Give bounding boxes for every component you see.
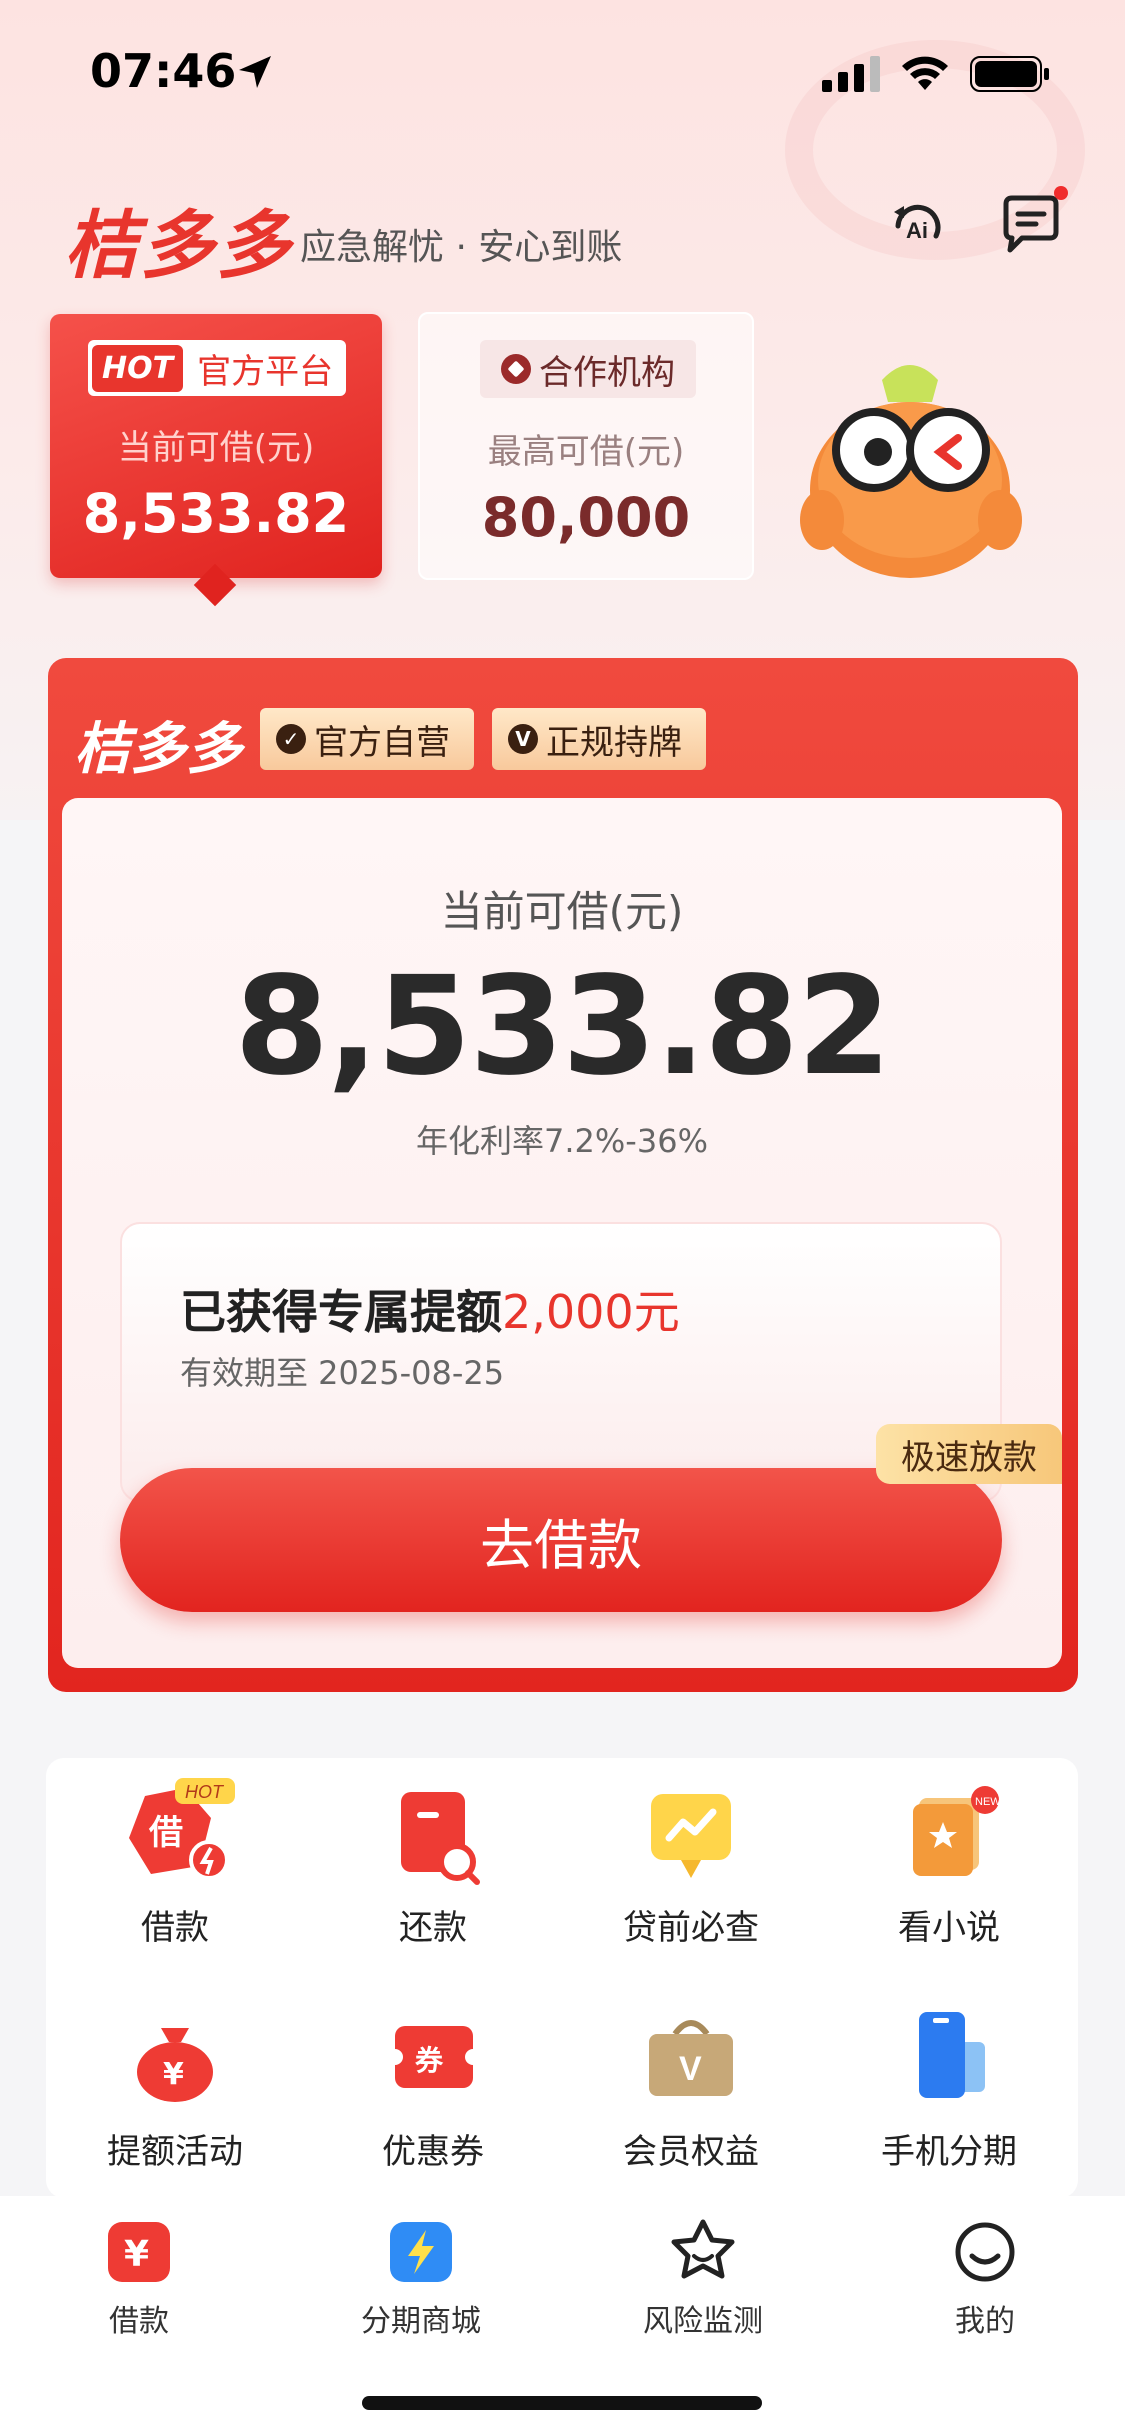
available-amount-value: 8,533.82 (234, 948, 891, 1106)
quota-valid-date: 有效期至 2025-08-25 (180, 1354, 505, 1392)
service-repay[interactable]: 还款 (304, 1778, 562, 1949)
brand-slogan: 应急解忧 · 安心到账 (300, 227, 623, 268)
quota-title: 已获得专属提额2,000元 (180, 1276, 680, 1342)
tab-borrow[interactable]: ¥ 借款 (14, 2216, 264, 2340)
precheck-icon (651, 1794, 731, 1878)
smile-icon (955, 2222, 1015, 2282)
partner-tag: 合作机构 (480, 340, 696, 398)
official-platform-card[interactable]: HOT 官方平台 当前可借(元) 8,533.82 (50, 314, 382, 578)
tab-label: 借款 (109, 2304, 169, 2339)
badge-licensed: V 正规持牌 (492, 708, 706, 770)
tab-label: 分期商城 (361, 2304, 481, 2339)
svg-text:V: V (679, 2050, 702, 2088)
money-bag-icon: ¥ (137, 2028, 213, 2102)
hot-badge: HOT (92, 344, 184, 392)
badge-self-operated: ✓ 官方自营 (260, 708, 474, 770)
star-face-icon (671, 2219, 735, 2279)
partner-limit-value: 80,000 (481, 486, 691, 549)
service-label: 看小说 (898, 1908, 1000, 1948)
service-coupon[interactable]: 券 优惠券 (304, 2002, 562, 2173)
service-label: 还款 (399, 1908, 467, 1948)
check-icon: ✓ (276, 724, 306, 754)
lightning-icon (390, 2222, 452, 2282)
location-arrow-icon (239, 56, 271, 88)
brand-logo: 桔多多 (64, 203, 292, 289)
new-corner-badge: NEW (975, 1796, 1001, 1808)
official-tag-label: 官方平台 (197, 351, 334, 392)
official-limit-label: 当前可借(元) (117, 428, 315, 468)
quota-increase-box: 已获得专属提额2,000元 有效期至 2025-08-25 (120, 1222, 1002, 1502)
borrow-button[interactable]: 去借款 (120, 1468, 1002, 1612)
yuan-icon: ¥ (108, 2222, 170, 2282)
quota-prefix: 已获得专属提额 (180, 1285, 502, 1339)
service-label: 借款 (141, 1908, 209, 1948)
status-bar: 07:46 (0, 0, 1125, 140)
partner-institution-card[interactable]: 合作机构 最高可借(元) 80,000 (418, 312, 754, 580)
service-label: 手机分期 (881, 2132, 1017, 2172)
service-label: 贷前必查 (623, 1908, 759, 1948)
partner-shield-icon (501, 354, 531, 384)
vip-bag-icon: V (649, 2020, 733, 2096)
loan-inner-card: 当前可借(元) 8,533.82 年化利率7.2%-36% 已获得专属提额2,0… (62, 798, 1062, 1668)
quota-amount: 2,000元 (502, 1285, 680, 1339)
tab-label: 我的 (955, 2304, 1015, 2339)
novel-icon: NEW (913, 1786, 1001, 1876)
unread-dot (1054, 186, 1068, 200)
service-label: 会员权益 (623, 2132, 759, 2172)
service-label: 提额活动 (107, 2132, 243, 2172)
service-quota-activity[interactable]: ¥ 提额活动 (46, 2002, 304, 2173)
svg-text:¥: ¥ (124, 2234, 149, 2275)
status-time: 07:46 (90, 44, 237, 98)
tab-risk-monitor[interactable]: 风险监测 (578, 2216, 828, 2340)
tab-mine[interactable]: 我的 (860, 2216, 1110, 2340)
official-tag: HOT 官方平台 (88, 340, 346, 396)
hot-corner-badge: HOT (185, 1782, 225, 1802)
fast-disbursement-tag: 极速放款 (876, 1424, 1062, 1484)
mascot-illustration (800, 365, 1022, 578)
ai-assistant-icon[interactable]: Ai (884, 192, 950, 258)
service-label: 优惠券 (382, 2132, 484, 2172)
partner-limit-label: 最高可借(元) (487, 432, 685, 472)
official-limit-value: 8,533.82 (82, 482, 350, 545)
panel-brand-logo: 桔多多 (74, 717, 242, 782)
tab-installment-mall[interactable]: 分期商城 (296, 2216, 546, 2340)
v-icon: V (508, 724, 538, 754)
service-novel[interactable]: NEW 看小说 (820, 1778, 1078, 1949)
svg-text:券: 券 (415, 2044, 444, 2077)
partner-tag-label: 合作机构 (539, 352, 675, 393)
cellular-signal-icon (822, 56, 880, 92)
badge-label: 官方自营 (314, 722, 450, 763)
borrow-icon: 借 HOT (129, 1778, 235, 1880)
service-phone-installment[interactable]: 手机分期 (820, 2002, 1078, 2173)
home-indicator[interactable] (362, 2396, 762, 2410)
service-grid: 借 HOT 借款 还款 贷前必查 NEW 看小说 ¥ 提额活动 券 优惠券 V … (46, 1758, 1078, 2198)
available-amount-label: 当前可借(元) (440, 887, 684, 936)
svg-text:¥: ¥ (163, 2057, 184, 2092)
battery-icon (970, 56, 1049, 92)
coupon-icon: 券 (387, 2026, 481, 2088)
service-borrow[interactable]: 借 HOT 借款 (46, 1778, 304, 1949)
svg-text:Ai: Ai (906, 218, 928, 243)
tab-label: 风险监测 (643, 2304, 763, 2339)
service-precheck[interactable]: 贷前必查 (562, 1778, 820, 1949)
message-icon[interactable] (998, 192, 1064, 258)
repay-icon (401, 1792, 480, 1885)
wifi-icon (902, 56, 948, 90)
phone-icon (919, 2012, 985, 2098)
badge-label: 正规持牌 (546, 722, 682, 763)
svg-text:借: 借 (148, 1813, 183, 1853)
service-vip[interactable]: V 会员权益 (562, 2002, 820, 2173)
interest-rate: 年化利率7.2%-36% (416, 1122, 708, 1160)
loan-panel: 桔多多 ✓ 官方自营 V 正规持牌 当前可借(元) 8,533.82 年化利率7… (48, 658, 1078, 1692)
